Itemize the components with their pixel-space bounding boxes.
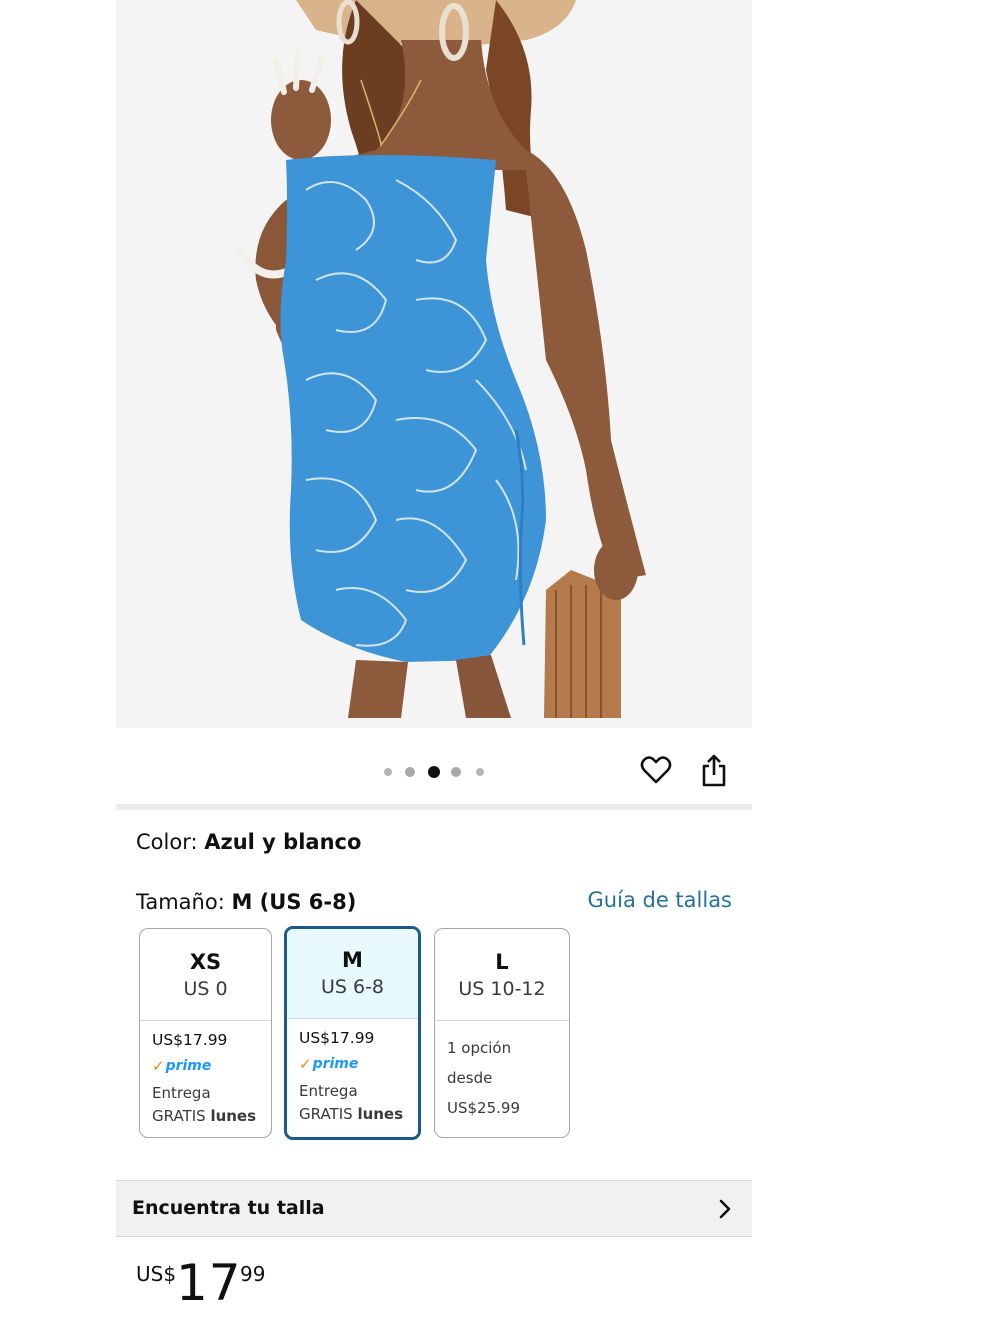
- size-guide-link[interactable]: Guía de tallas: [588, 888, 732, 912]
- size-option-availability: 1 opción desde: [447, 1039, 512, 1087]
- size-option-size: XS: [189, 950, 222, 974]
- size-option-header: L US 10-12: [435, 929, 569, 1021]
- delivery-free: GRATIS: [152, 1107, 206, 1125]
- price-fraction: 99: [240, 1262, 266, 1286]
- product-screen: Color: Azul y blanco Tamaño: M (US 6-8) …: [116, 0, 752, 1333]
- find-size-row[interactable]: Encuentra tu talla: [116, 1180, 752, 1237]
- size-option-l[interactable]: L US 10-12 1 opción desde US$25.99: [434, 928, 570, 1138]
- favorite-button[interactable]: [638, 754, 674, 790]
- delivery-info: Entrega GRATIS lunes: [152, 1082, 259, 1128]
- size-option-us: US 10-12: [458, 978, 546, 1000]
- size-option-price: US$17.99: [152, 1031, 228, 1049]
- product-image[interactable]: [116, 0, 752, 728]
- delivery-line-2: GRATIS lunes: [299, 1103, 406, 1126]
- delivery-line-1: Entrega: [299, 1082, 358, 1100]
- prime-check-icon: ✓: [152, 1057, 165, 1075]
- size-option-m[interactable]: M US 6-8 US$17.99 ✓ prime Entrega GRATIS …: [284, 926, 421, 1140]
- carousel-dot-active[interactable]: [428, 766, 440, 778]
- carousel-dot[interactable]: [476, 768, 484, 776]
- prime-badge: ✓ prime: [299, 1054, 406, 1074]
- share-button[interactable]: [696, 754, 732, 790]
- delivery-free: GRATIS: [299, 1105, 353, 1123]
- size-option-us: US 6-8: [320, 976, 385, 998]
- size-option-size: L: [495, 950, 509, 974]
- size-option-details: US$17.99 ✓ prime Entrega GRATIS lunes: [140, 1021, 271, 1128]
- carousel-dots[interactable]: [380, 764, 490, 780]
- size-option-size: M: [342, 948, 363, 972]
- size-option-price: US$25.99: [447, 1099, 520, 1117]
- size-option-header: M US 6-8: [287, 929, 418, 1019]
- carousel-dot[interactable]: [451, 767, 461, 777]
- size-option-details: US$17.99 ✓ prime Entrega GRATIS lunes: [287, 1019, 418, 1126]
- delivery-day: lunes: [357, 1105, 404, 1123]
- color-value: Azul y blanco: [204, 830, 362, 854]
- delivery-info: Entrega GRATIS lunes: [299, 1080, 406, 1126]
- delivery-line-2: GRATIS lunes: [152, 1105, 259, 1128]
- size-option-details: 1 opción desde US$25.99: [435, 1021, 569, 1123]
- color-label: Color:: [136, 830, 198, 854]
- size-line: Tamaño: M (US 6-8): [136, 890, 356, 914]
- color-line: Color: Azul y blanco: [136, 830, 361, 854]
- price-whole: 17: [176, 1254, 242, 1312]
- size-option-price: US$17.99: [299, 1029, 375, 1047]
- size-option-xs[interactable]: XS US 0 US$17.99 ✓ prime Entrega GRATIS l…: [139, 928, 272, 1138]
- chevron-right-icon: [714, 1197, 736, 1221]
- share-icon: [700, 753, 728, 791]
- size-option-us: US 0: [183, 978, 228, 1000]
- find-size-label: Encuentra tu talla: [132, 1197, 325, 1219]
- delivery-day: lunes: [210, 1107, 257, 1125]
- prime-text: prime: [312, 1056, 359, 1072]
- size-value: M (US 6-8): [231, 890, 357, 914]
- heart-icon: [640, 755, 672, 789]
- carousel-dot[interactable]: [405, 767, 415, 777]
- section-divider: [116, 804, 752, 810]
- carousel-bar: [116, 728, 752, 804]
- size-option-header: XS US 0: [140, 929, 271, 1021]
- delivery-line-1: Entrega: [152, 1084, 211, 1102]
- size-label: Tamaño:: [136, 890, 225, 914]
- price-currency: US$: [136, 1262, 177, 1286]
- carousel-dot[interactable]: [384, 768, 392, 776]
- prime-check-icon: ✓: [299, 1055, 312, 1073]
- prime-badge: ✓ prime: [152, 1056, 259, 1076]
- prime-text: prime: [165, 1058, 212, 1074]
